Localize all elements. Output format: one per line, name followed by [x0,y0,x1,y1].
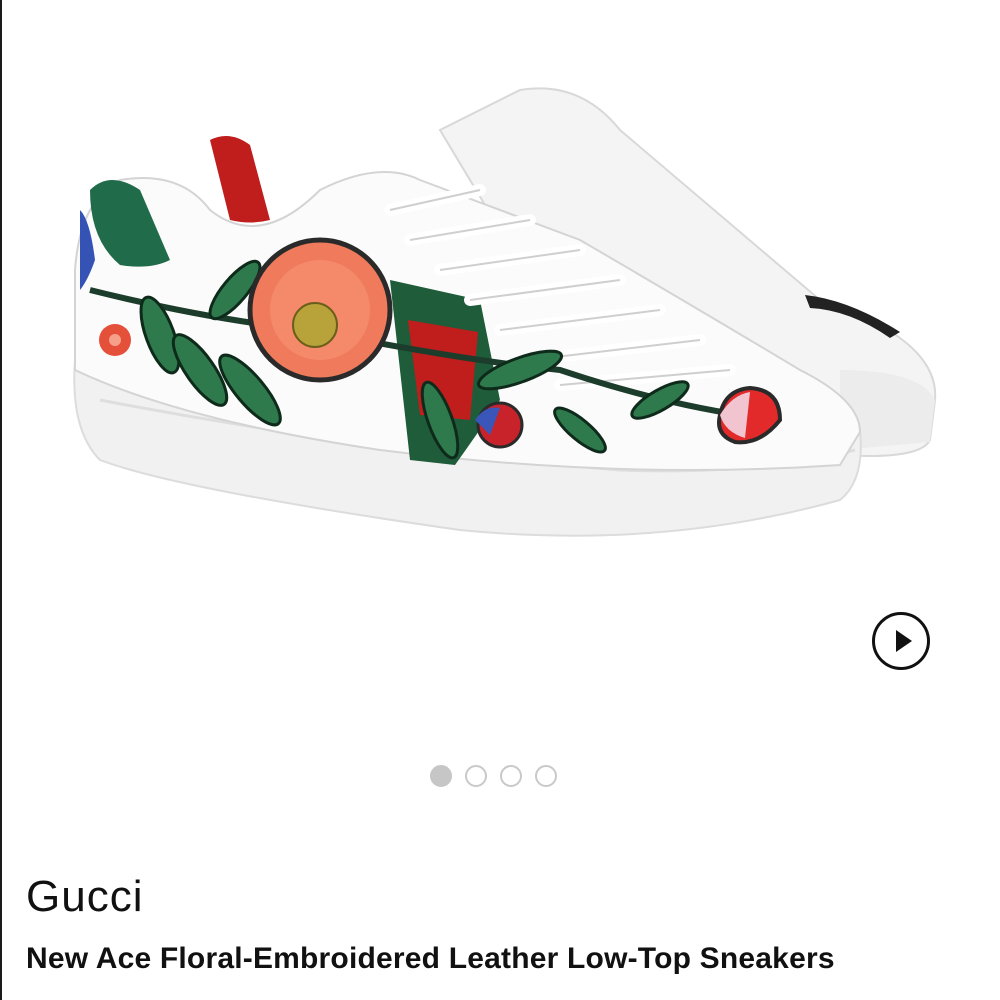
gallery-pagination [430,765,557,791]
pagination-dot-2[interactable] [465,765,487,787]
product-title: New Ace Floral-Embroidered Leather Low-T… [26,942,835,975]
pagination-dot-3[interactable] [500,765,522,787]
product-image-gallery[interactable] [0,0,1000,820]
play-icon [896,630,912,652]
sneaker-product-image [73,87,937,537]
pagination-dot-4[interactable] [535,765,557,787]
pagination-dot-1[interactable] [430,765,452,787]
play-video-button[interactable] [872,612,930,670]
product-brand[interactable]: Gucci [26,872,143,922]
